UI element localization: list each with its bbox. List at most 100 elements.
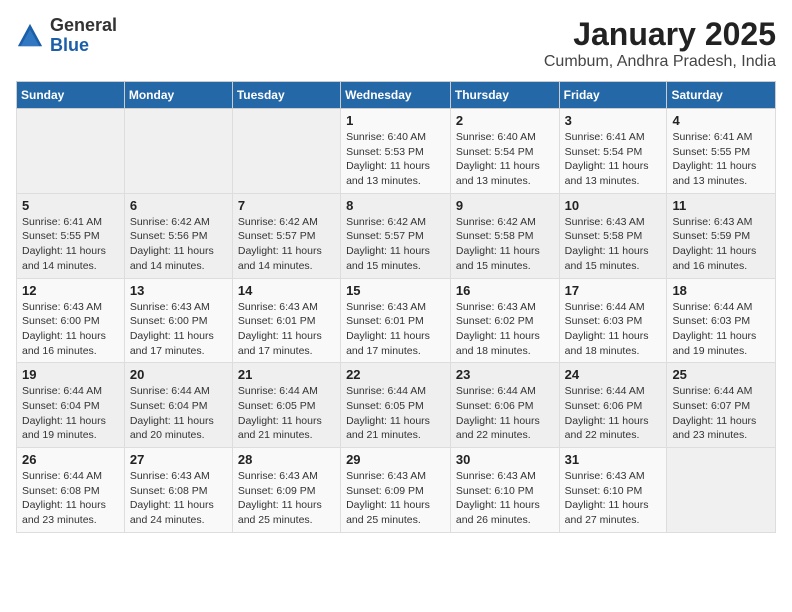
day-info: Sunrise: 6:41 AM Sunset: 5:54 PM Dayligh… — [565, 130, 662, 189]
day-number: 18 — [672, 283, 770, 298]
calendar-cell: 27 Sunrise: 6:43 AM Sunset: 6:08 PM Dayli… — [124, 448, 232, 533]
week-row-1: 1 Sunrise: 6:40 AM Sunset: 5:53 PM Daylig… — [17, 109, 776, 194]
weekday-monday: Monday — [124, 82, 232, 109]
calendar-cell: 20 Sunrise: 6:44 AM Sunset: 6:04 PM Dayli… — [124, 363, 232, 448]
day-info: Sunrise: 6:42 AM Sunset: 5:56 PM Dayligh… — [130, 215, 227, 274]
logo-text: General Blue — [50, 16, 117, 56]
calendar-cell: 28 Sunrise: 6:43 AM Sunset: 6:09 PM Dayli… — [232, 448, 340, 533]
calendar-cell: 19 Sunrise: 6:44 AM Sunset: 6:04 PM Dayli… — [17, 363, 125, 448]
day-number: 10 — [565, 198, 662, 213]
calendar-cell — [232, 109, 340, 194]
week-row-2: 5Sunrise: 6:41 AM Sunset: 5:55 PM Daylig… — [17, 193, 776, 278]
calendar-cell: 13 Sunrise: 6:43 AM Sunset: 6:00 PM Dayli… — [124, 278, 232, 363]
calendar-cell: 26Sunrise: 6:44 AM Sunset: 6:08 PM Dayli… — [17, 448, 125, 533]
calendar-cell: 2Sunrise: 6:40 AM Sunset: 5:54 PM Daylig… — [450, 109, 559, 194]
day-info: Sunrise: 6:44 AM Sunset: 6:03 PM Dayligh… — [565, 300, 662, 359]
weekday-sunday: Sunday — [17, 82, 125, 109]
day-number: 6 — [130, 198, 227, 213]
day-number: 1 — [346, 113, 445, 128]
logo-icon — [16, 22, 44, 50]
calendar-cell — [124, 109, 232, 194]
day-info: Sunrise: 6:44 AM Sunset: 6:03 PM Dayligh… — [672, 300, 770, 359]
day-number: 11 — [672, 198, 770, 213]
day-number: 7 — [238, 198, 335, 213]
day-number: 8 — [346, 198, 445, 213]
day-number: 16 — [456, 283, 554, 298]
day-number: 9 — [456, 198, 554, 213]
day-info: Sunrise: 6:44 AM Sunset: 6:04 PM Dayligh… — [130, 384, 227, 443]
calendar-cell: 31Sunrise: 6:43 AM Sunset: 6:10 PM Dayli… — [559, 448, 667, 533]
calendar-cell: 29Sunrise: 6:43 AM Sunset: 6:09 PM Dayli… — [341, 448, 451, 533]
day-info: Sunrise: 6:40 AM Sunset: 5:54 PM Dayligh… — [456, 130, 554, 189]
weekday-row: SundayMondayTuesdayWednesdayThursdayFrid… — [17, 82, 776, 109]
calendar-cell: 10 Sunrise: 6:43 AM Sunset: 5:58 PM Dayli… — [559, 193, 667, 278]
page-header: General Blue January 2025 Cumbum, Andhra… — [16, 16, 776, 71]
day-info: Sunrise: 6:44 AM Sunset: 6:07 PM Dayligh… — [672, 384, 770, 443]
weekday-friday: Friday — [559, 82, 667, 109]
day-number: 3 — [565, 113, 662, 128]
logo: General Blue — [16, 16, 117, 56]
day-info: Sunrise: 6:43 AM Sunset: 5:59 PM Dayligh… — [672, 215, 770, 274]
calendar-title: January 2025 — [544, 16, 776, 53]
week-row-3: 12 Sunrise: 6:43 AM Sunset: 6:00 PM Dayli… — [17, 278, 776, 363]
calendar-cell: 25 Sunrise: 6:44 AM Sunset: 6:07 PM Dayli… — [667, 363, 776, 448]
day-number: 5 — [22, 198, 119, 213]
day-info: Sunrise: 6:44 AM Sunset: 6:05 PM Dayligh… — [346, 384, 445, 443]
day-number: 21 — [238, 367, 335, 382]
day-info: Sunrise: 6:44 AM Sunset: 6:06 PM Dayligh… — [565, 384, 662, 443]
day-info: Sunrise: 6:42 AM Sunset: 5:57 PM Dayligh… — [346, 215, 445, 274]
day-info: Sunrise: 6:43 AM Sunset: 6:00 PM Dayligh… — [22, 300, 119, 359]
day-info: Sunrise: 6:42 AM Sunset: 5:58 PM Dayligh… — [456, 215, 554, 274]
day-number: 14 — [238, 283, 335, 298]
week-row-5: 26Sunrise: 6:44 AM Sunset: 6:08 PM Dayli… — [17, 448, 776, 533]
calendar-cell: 30 Sunrise: 6:43 AM Sunset: 6:10 PM Dayli… — [450, 448, 559, 533]
day-info: Sunrise: 6:43 AM Sunset: 6:08 PM Dayligh… — [130, 469, 227, 528]
day-info: Sunrise: 6:43 AM Sunset: 6:02 PM Dayligh… — [456, 300, 554, 359]
calendar-cell: 24Sunrise: 6:44 AM Sunset: 6:06 PM Dayli… — [559, 363, 667, 448]
calendar-cell: 7 Sunrise: 6:42 AM Sunset: 5:57 PM Daylig… — [232, 193, 340, 278]
day-number: 12 — [22, 283, 119, 298]
day-number: 22 — [346, 367, 445, 382]
calendar-cell: 12 Sunrise: 6:43 AM Sunset: 6:00 PM Dayli… — [17, 278, 125, 363]
week-row-4: 19 Sunrise: 6:44 AM Sunset: 6:04 PM Dayli… — [17, 363, 776, 448]
day-info: Sunrise: 6:43 AM Sunset: 6:10 PM Dayligh… — [456, 469, 554, 528]
day-number: 30 — [456, 452, 554, 467]
day-info: Sunrise: 6:43 AM Sunset: 5:58 PM Dayligh… — [565, 215, 662, 274]
calendar-subtitle: Cumbum, Andhra Pradesh, India — [544, 53, 776, 71]
day-number: 31 — [565, 452, 662, 467]
calendar-cell: 3 Sunrise: 6:41 AM Sunset: 5:54 PM Daylig… — [559, 109, 667, 194]
day-number: 23 — [456, 367, 554, 382]
calendar-header: SundayMondayTuesdayWednesdayThursdayFrid… — [17, 82, 776, 109]
day-info: Sunrise: 6:43 AM Sunset: 6:01 PM Dayligh… — [238, 300, 335, 359]
day-info: Sunrise: 6:43 AM Sunset: 6:09 PM Dayligh… — [346, 469, 445, 528]
day-info: Sunrise: 6:44 AM Sunset: 6:06 PM Dayligh… — [456, 384, 554, 443]
weekday-thursday: Thursday — [450, 82, 559, 109]
weekday-tuesday: Tuesday — [232, 82, 340, 109]
weekday-wednesday: Wednesday — [341, 82, 451, 109]
day-info: Sunrise: 6:42 AM Sunset: 5:57 PM Dayligh… — [238, 215, 335, 274]
day-number: 27 — [130, 452, 227, 467]
calendar-cell: 18 Sunrise: 6:44 AM Sunset: 6:03 PM Dayli… — [667, 278, 776, 363]
calendar-cell — [667, 448, 776, 533]
day-info: Sunrise: 6:43 AM Sunset: 6:00 PM Dayligh… — [130, 300, 227, 359]
calendar-table: SundayMondayTuesdayWednesdayThursdayFrid… — [16, 81, 776, 533]
calendar-cell: 15Sunrise: 6:43 AM Sunset: 6:01 PM Dayli… — [341, 278, 451, 363]
day-info: Sunrise: 6:43 AM Sunset: 6:01 PM Dayligh… — [346, 300, 445, 359]
day-number: 25 — [672, 367, 770, 382]
calendar-cell: 1 Sunrise: 6:40 AM Sunset: 5:53 PM Daylig… — [341, 109, 451, 194]
calendar-cell: 11 Sunrise: 6:43 AM Sunset: 5:59 PM Dayli… — [667, 193, 776, 278]
calendar-cell: 8 Sunrise: 6:42 AM Sunset: 5:57 PM Daylig… — [341, 193, 451, 278]
day-info: Sunrise: 6:40 AM Sunset: 5:53 PM Dayligh… — [346, 130, 445, 189]
day-number: 28 — [238, 452, 335, 467]
day-info: Sunrise: 6:43 AM Sunset: 6:09 PM Dayligh… — [238, 469, 335, 528]
day-number: 17 — [565, 283, 662, 298]
calendar-cell: 22 Sunrise: 6:44 AM Sunset: 6:05 PM Dayli… — [341, 363, 451, 448]
day-info: Sunrise: 6:44 AM Sunset: 6:04 PM Dayligh… — [22, 384, 119, 443]
calendar-cell: 6 Sunrise: 6:42 AM Sunset: 5:56 PM Daylig… — [124, 193, 232, 278]
weekday-saturday: Saturday — [667, 82, 776, 109]
day-number: 13 — [130, 283, 227, 298]
logo-general: General — [50, 15, 117, 35]
calendar-cell: 14 Sunrise: 6:43 AM Sunset: 6:01 PM Dayli… — [232, 278, 340, 363]
day-number: 20 — [130, 367, 227, 382]
day-number: 19 — [22, 367, 119, 382]
